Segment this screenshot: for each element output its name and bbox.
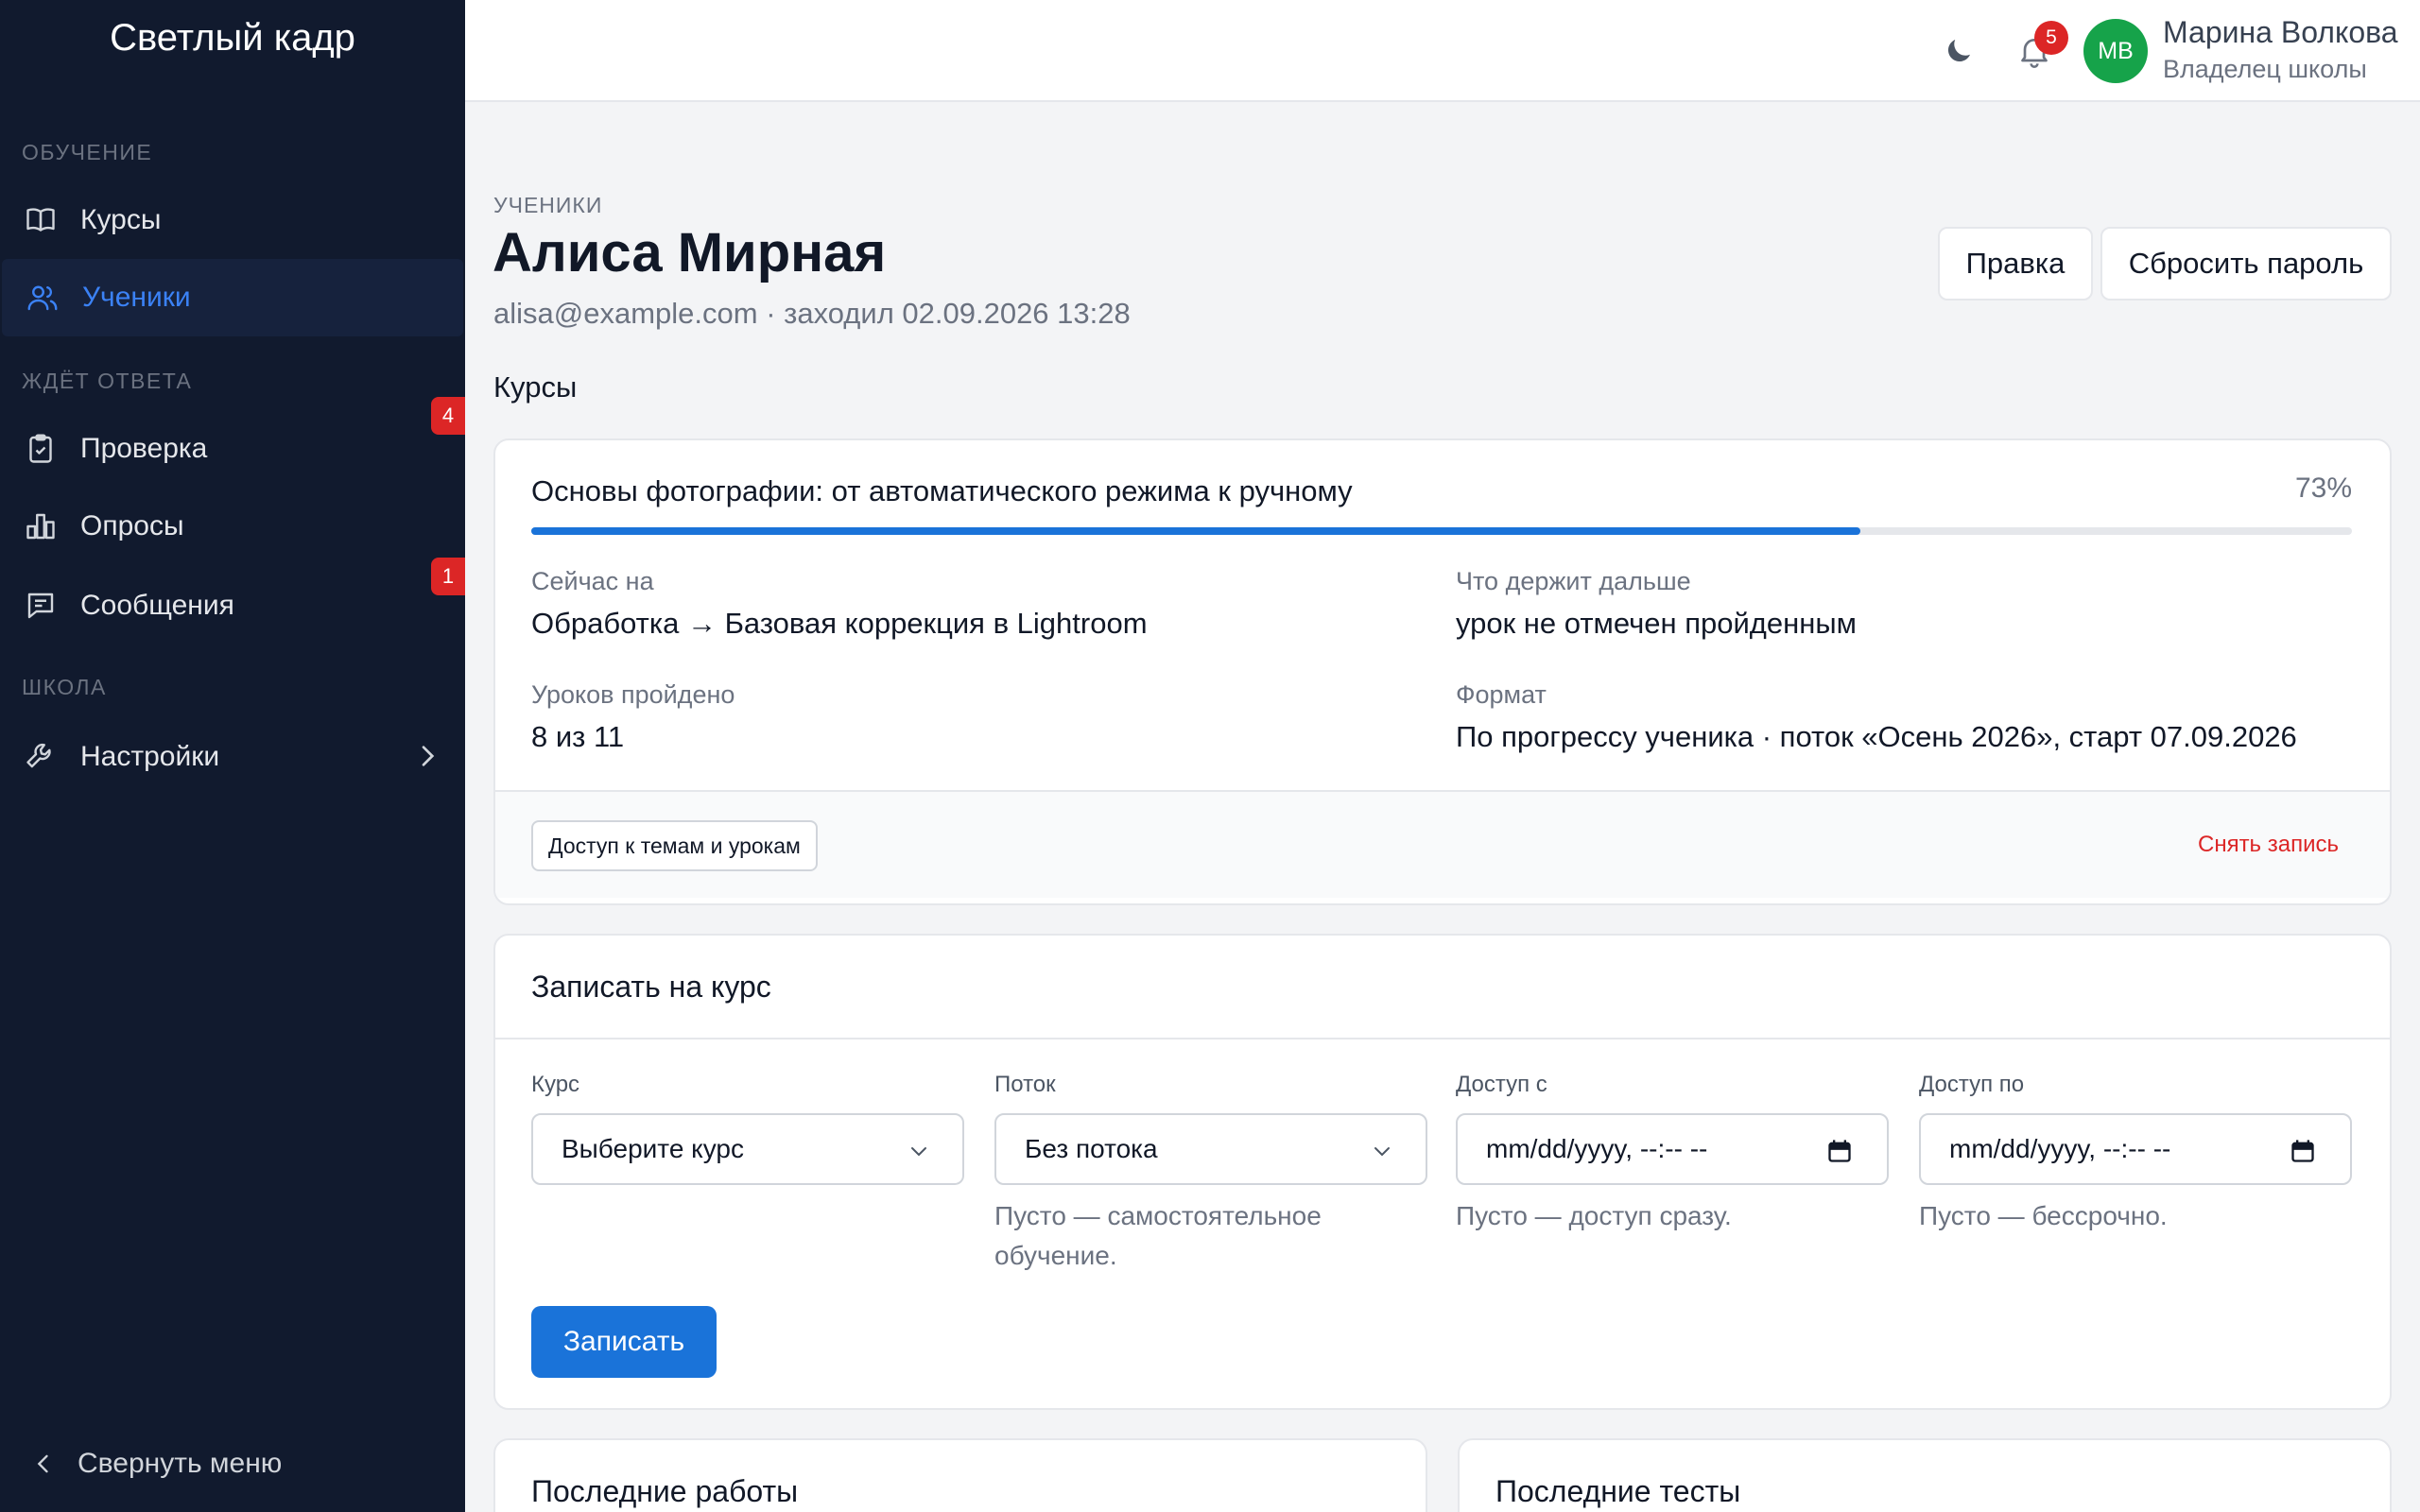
course-card: Основы фотографии: от автоматического ре… bbox=[493, 438, 2392, 905]
section-label-school: ШКОЛА bbox=[22, 675, 107, 699]
course-card-footer: Доступ к темам и урокам Снять запись bbox=[495, 790, 2390, 898]
calendar-icon[interactable] bbox=[2290, 1138, 2316, 1164]
brand-logo-text[interactable]: Светлый кадр bbox=[0, 17, 465, 60]
current-value: Обработка → Базовая коррекция в Lightroo… bbox=[531, 607, 1148, 640]
stream-select-label: Поток bbox=[994, 1072, 1056, 1097]
breadcrumb[interactable]: УЧЕНИКИ bbox=[493, 193, 602, 218]
course-title: Основы фотографии: от автоматического ре… bbox=[531, 474, 1353, 507]
chevron-right-icon bbox=[422, 746, 435, 766]
course-select-value: Выберите курс bbox=[562, 1134, 744, 1163]
clipboard-check-icon bbox=[24, 432, 58, 466]
chevron-left-icon bbox=[37, 1454, 48, 1473]
book-icon bbox=[24, 203, 58, 237]
section-label-learning: ОБУЧЕНИЕ bbox=[22, 140, 153, 164]
reset-password-button[interactable]: Сбросить пароль bbox=[2100, 227, 2392, 301]
access-from-input[interactable]: mm/dd/yyyy, --:-- -- bbox=[1456, 1113, 1889, 1185]
access-topics-button[interactable]: Доступ к темам и урокам bbox=[531, 820, 818, 871]
sidebar-item-label: Опросы bbox=[80, 510, 184, 541]
format-value: По прогрессу ученика · поток «Осень 2026… bbox=[1456, 720, 2297, 753]
sidebar-item-surveys[interactable]: Опросы bbox=[0, 488, 465, 565]
sidebar-item-label: Сообщения bbox=[80, 590, 234, 621]
section-label-awaiting: ЖДЁТ ОТВЕТА bbox=[22, 369, 193, 393]
edit-button[interactable]: Правка bbox=[1938, 227, 2093, 301]
wrench-icon bbox=[24, 740, 58, 774]
enroll-submit-button[interactable]: Записать bbox=[531, 1306, 717, 1378]
user-name[interactable]: Марина Волкова bbox=[2163, 15, 2398, 50]
sidebar-item-label: Проверка bbox=[80, 433, 208, 464]
course-select[interactable]: Выберите курс bbox=[531, 1113, 964, 1185]
message-icon bbox=[24, 589, 58, 623]
sidebar-item-courses[interactable]: Курсы bbox=[0, 181, 465, 259]
page-subtitle: alisa@example.com · заходил 02.09.2026 1… bbox=[493, 297, 1131, 330]
divider bbox=[495, 1038, 2390, 1040]
sidebar: Светлый кадр ОБУЧЕНИЕ Курсы Ученики ЖДЁТ… bbox=[0, 0, 465, 1512]
user-role: Владелец школы bbox=[2163, 55, 2367, 83]
moon-icon[interactable] bbox=[1942, 34, 1976, 68]
access-from-hint: Пусто — доступ сразу. bbox=[1456, 1201, 1732, 1230]
sidebar-item-label: Настройки bbox=[80, 741, 220, 772]
stream-select-value: Без потока bbox=[1025, 1134, 1158, 1163]
collapse-menu-button[interactable]: Свернуть меню bbox=[30, 1448, 282, 1480]
collapse-menu-label: Свернуть меню bbox=[78, 1448, 283, 1479]
recent-works-card: Последние работы bbox=[493, 1438, 1427, 1512]
access-to-hint: Пусто — бессрочно. bbox=[1919, 1201, 2168, 1230]
access-from-placeholder: mm/dd/yyyy, --:-- -- bbox=[1486, 1134, 1708, 1163]
course-progress-percent: 73% bbox=[2294, 472, 2352, 504]
unenroll-link[interactable]: Снять запись bbox=[2198, 832, 2339, 858]
access-from-label: Доступ с bbox=[1456, 1072, 1547, 1097]
bar-chart-icon bbox=[24, 509, 58, 543]
notifications-badge: 5 bbox=[2034, 21, 2068, 55]
review-count-badge: 4 bbox=[431, 397, 465, 435]
blocker-label: Что держит дальше bbox=[1456, 567, 1691, 595]
access-to-label: Доступ по bbox=[1919, 1072, 2025, 1097]
format-label: Формат bbox=[1456, 680, 1547, 709]
page-title: Алиса Мирная bbox=[493, 222, 887, 284]
recent-tests-heading: Последние тесты bbox=[1495, 1474, 1741, 1508]
avatar[interactable]: МВ bbox=[2083, 19, 2148, 83]
sidebar-item-students[interactable]: Ученики bbox=[2, 259, 463, 336]
lessons-label: Уроков пройдено bbox=[531, 680, 735, 709]
recent-works-heading: Последние работы bbox=[531, 1474, 799, 1508]
sidebar-item-label: Ученики bbox=[82, 282, 191, 313]
blocker-value: урок не отмечен пройденным bbox=[1456, 607, 1857, 640]
current-label: Сейчас на bbox=[531, 567, 654, 595]
enroll-heading: Записать на курс bbox=[531, 970, 771, 1004]
chevron-down-icon bbox=[1374, 1147, 1390, 1157]
enroll-card: Записать на курс Курс Выберите курс Пото… bbox=[493, 934, 2392, 1410]
access-to-placeholder: mm/dd/yyyy, --:-- -- bbox=[1949, 1134, 2171, 1163]
course-progress-fill bbox=[531, 527, 1860, 535]
recent-tests-card: Последние тесты bbox=[1458, 1438, 2392, 1512]
sidebar-item-review[interactable]: Проверка 4 bbox=[0, 397, 465, 488]
sidebar-item-label: Курсы bbox=[80, 204, 162, 235]
course-progress-bar bbox=[531, 527, 2352, 535]
messages-count-badge: 1 bbox=[431, 558, 465, 595]
sidebar-item-settings[interactable]: Настройки bbox=[0, 718, 465, 796]
calendar-icon[interactable] bbox=[1826, 1138, 1853, 1164]
courses-heading: Курсы bbox=[493, 370, 578, 404]
course-select-label: Курс bbox=[531, 1072, 580, 1097]
lessons-value: 8 из 11 bbox=[531, 720, 625, 753]
stream-hint: Пусто — самостоятельное обучение. bbox=[994, 1201, 1322, 1270]
chevron-down-icon bbox=[911, 1147, 926, 1157]
stream-select[interactable]: Без потока bbox=[994, 1113, 1427, 1185]
sidebar-item-messages[interactable]: Сообщения 1 bbox=[0, 558, 465, 644]
users-icon bbox=[26, 281, 60, 315]
access-to-input[interactable]: mm/dd/yyyy, --:-- -- bbox=[1919, 1113, 2352, 1185]
